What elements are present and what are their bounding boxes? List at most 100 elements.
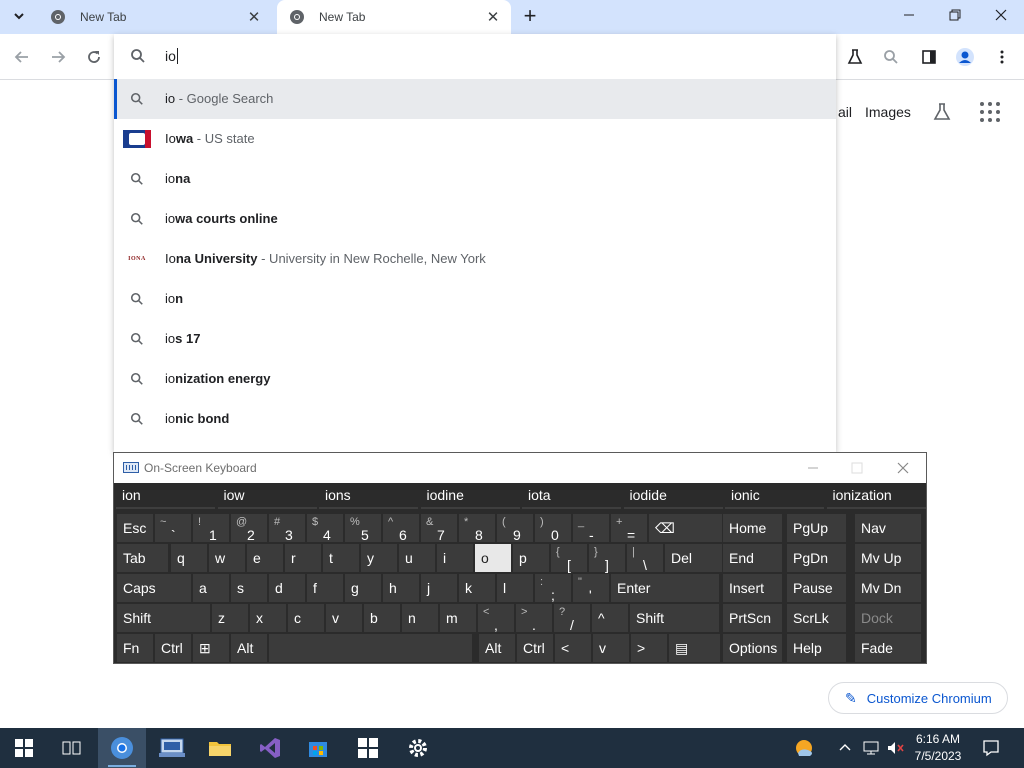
key-u[interactable]: u — [398, 543, 436, 573]
back-button[interactable] — [8, 44, 36, 70]
key-v[interactable]: v — [325, 603, 363, 633]
prediction-4[interactable]: iota — [522, 485, 621, 509]
key-y[interactable]: y — [360, 543, 398, 573]
key-sym-75[interactable]: < — [554, 633, 592, 663]
key-help[interactable]: Help — [786, 633, 847, 663]
taskbar-store[interactable] — [294, 728, 342, 768]
key-options[interactable]: Options — [722, 633, 783, 663]
key-j[interactable]: j — [420, 573, 458, 603]
taskbar-settings[interactable] — [394, 728, 442, 768]
osk-maximize-button[interactable] — [842, 457, 872, 479]
key-9[interactable]: (9 — [496, 513, 534, 543]
key-o[interactable]: o — [474, 543, 512, 573]
key-pgup[interactable]: PgUp — [786, 513, 847, 543]
key-sym-1[interactable]: ~ ` — [154, 513, 192, 543]
key-sym-14[interactable]: ⌫ — [648, 513, 732, 543]
key-sym-47[interactable]: " ' — [572, 573, 610, 603]
key-1[interactable]: ! 1 — [192, 513, 230, 543]
key-fn[interactable]: Fn — [116, 633, 154, 663]
prediction-2[interactable]: ions — [319, 485, 418, 509]
key-dock[interactable]: Dock — [854, 603, 922, 633]
key-nav[interactable]: Nav — [854, 513, 922, 543]
key-f[interactable]: f — [306, 573, 344, 603]
omnibox-suggestion[interactable]: iona — [114, 159, 836, 199]
address-bar[interactable]: io — [114, 34, 836, 80]
key-sym-60[interactable]: <, — [477, 603, 515, 633]
key-insert[interactable]: Insert — [722, 573, 783, 603]
close-window-button[interactable] — [978, 0, 1024, 30]
key-sym-31[interactable]: | \ — [626, 543, 664, 573]
key-sym-78[interactable]: ▤ — [668, 633, 721, 663]
prediction-7[interactable]: ionization — [826, 485, 926, 509]
taskbar-app-grid[interactable] — [344, 728, 392, 768]
key-m[interactable]: m — [439, 603, 477, 633]
menu-button[interactable] — [988, 44, 1016, 70]
key-prtscn[interactable]: PrtScn — [722, 603, 783, 633]
task-view-button[interactable] — [48, 728, 96, 768]
key-sym-62[interactable]: ? / — [553, 603, 591, 633]
forward-button[interactable] — [44, 44, 72, 70]
key-s[interactable]: s — [230, 573, 268, 603]
key-g[interactable]: g — [344, 573, 382, 603]
key-r[interactable]: r — [284, 543, 322, 573]
omnibox-suggestion[interactable]: ion — [114, 279, 836, 319]
clock-time[interactable]: 6:16 AM — [908, 732, 968, 746]
taskbar-chromium[interactable] — [98, 728, 146, 768]
images-link[interactable]: Images — [865, 104, 911, 120]
key-h[interactable]: h — [382, 573, 420, 603]
key-enter[interactable]: Enter — [610, 573, 720, 603]
prediction-6[interactable]: ionic — [725, 485, 824, 509]
key-del[interactable]: Del — [664, 543, 729, 573]
omnibox-suggestion[interactable]: ionization energy — [114, 359, 836, 399]
key-home[interactable]: Home — [722, 513, 783, 543]
key-5[interactable]: % 5 — [344, 513, 382, 543]
key-t[interactable]: t — [322, 543, 360, 573]
notification-icon[interactable] — [982, 739, 1000, 757]
key-sym-30[interactable]: }] — [588, 543, 626, 573]
key-fade[interactable]: Fade — [854, 633, 922, 663]
gmail-link[interactable]: ail — [838, 104, 852, 120]
taskbar-visual-studio[interactable] — [246, 728, 294, 768]
key-mv-up[interactable]: Mv Up — [854, 543, 922, 573]
prediction-5[interactable]: iodide — [623, 485, 723, 509]
key-0[interactable]: ) 0 — [534, 513, 572, 543]
key-end[interactable]: End — [722, 543, 783, 573]
key-a[interactable]: a — [192, 573, 230, 603]
omnibox-suggestion[interactable]: IONA Iona University - University in New … — [114, 239, 836, 279]
key-7[interactable]: & 7 — [420, 513, 458, 543]
omnibox-suggestion[interactable]: Iowa - US state — [114, 119, 836, 159]
key-i[interactable]: i — [436, 543, 474, 573]
tab-close-icon[interactable]: ✕ — [244, 7, 264, 27]
key-alt[interactable]: Alt — [230, 633, 268, 663]
chevron-up-icon[interactable] — [838, 742, 852, 752]
key-shift[interactable]: Shift — [629, 603, 720, 633]
omnibox-suggestion[interactable]: ionic bond — [114, 399, 836, 439]
key-e[interactable]: e — [246, 543, 284, 573]
key-sym-77[interactable]: > — [630, 633, 668, 663]
omnibox-suggestion[interactable]: io - Google Search — [114, 79, 836, 119]
key-sym-72[interactable] — [268, 633, 473, 663]
key-d[interactable]: d — [268, 573, 306, 603]
key-mv-dn[interactable]: Mv Dn — [854, 573, 922, 603]
omnibox-suggestion[interactable]: iowa courts online — [114, 199, 836, 239]
prediction-0[interactable]: ion — [116, 485, 215, 509]
osk-titlebar[interactable]: On-Screen Keyboard — [114, 453, 926, 483]
key-l[interactable]: l — [496, 573, 534, 603]
clock-date[interactable]: 7/5/2023 — [908, 749, 968, 763]
key-v[interactable]: v — [592, 633, 630, 663]
key-8[interactable]: * 8 — [458, 513, 496, 543]
key-q[interactable]: q — [170, 543, 208, 573]
tab-new-tab-2[interactable]: New Tab ✕ — [277, 0, 511, 34]
prediction-3[interactable]: iodine — [420, 485, 520, 509]
key-sym-13[interactable]: + = — [610, 513, 648, 543]
key-tab[interactable]: Tab — [116, 543, 169, 573]
tab-search-button[interactable] — [6, 5, 32, 27]
labs-flask-icon[interactable] — [932, 102, 952, 122]
key-sym-70[interactable]: ⊞ — [192, 633, 230, 663]
key-n[interactable]: n — [401, 603, 439, 633]
key-esc[interactable]: Esc — [116, 513, 154, 543]
osk-minimize-button[interactable] — [798, 457, 828, 479]
key-sym-12[interactable]: _ - — [572, 513, 610, 543]
minimize-button[interactable] — [886, 0, 932, 30]
volume-muted-icon[interactable] — [886, 740, 906, 756]
